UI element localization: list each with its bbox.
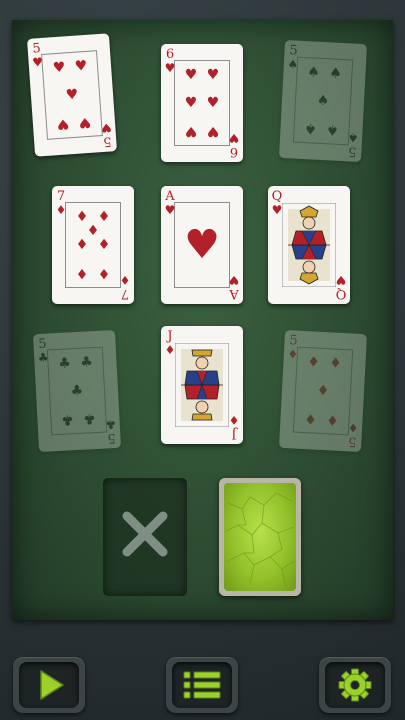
suit-pip-icon: ♠	[316, 92, 330, 110]
heart-icon: ♥	[184, 222, 220, 268]
card-jack-diamonds[interactable]: J ♦ J ♦	[161, 326, 243, 444]
suit-pip-icon: ♦	[303, 409, 318, 427]
card-suit: ♥	[31, 54, 44, 70]
suit-pip-icon: ♥	[184, 122, 198, 139]
suit-pip-icon: ♥	[206, 95, 220, 111]
suit-pip-icon: ♣	[70, 382, 84, 400]
card-rank: 7	[120, 286, 130, 301]
card-5-hearts[interactable]: 5 ♥ 5 ♥ ♥ ♥ ♥ ♥ ♥	[26, 33, 118, 157]
suit-pip-icon: ♥	[184, 95, 198, 111]
suit-pip-icon: ♦	[97, 264, 111, 281]
suit-pip-icon: ♠	[325, 121, 340, 138]
card-rank: Q	[271, 189, 283, 204]
menu-button[interactable]	[166, 657, 238, 713]
suit-pip-icon: ♥	[206, 67, 220, 84]
card-5-spades[interactable]: 5 ♠ 5 ♠ ♠ ♠ ♠ ♠ ♠	[278, 39, 368, 163]
suit-pip-icon: ♦	[97, 237, 111, 253]
card-rank: 5	[347, 433, 357, 449]
card-rank: 6	[165, 47, 175, 62]
card-rank: J	[167, 329, 173, 344]
gear-icon	[338, 668, 372, 702]
suit-pip-icon: ♦	[97, 209, 111, 226]
play-icon	[40, 670, 64, 700]
card-suit: ♣	[105, 417, 117, 432]
suit-pip-icon: ♣	[57, 355, 72, 373]
suit-pip-icon: ♠	[303, 119, 318, 137]
suit-pip-icon: ♦	[306, 354, 321, 371]
card-suit: ♥	[335, 273, 347, 287]
card-rank: J	[231, 426, 237, 441]
suit-pip-icon: ♥	[78, 113, 92, 131]
suit-pip-icon: ♣	[82, 409, 97, 427]
suit-pip-icon: ♥	[65, 86, 79, 104]
card-rank: 5	[347, 143, 357, 159]
suit-pip-icon: ♥	[56, 115, 70, 132]
suit-pip-icon: ♦	[86, 223, 100, 240]
card-suit: ♥	[164, 203, 176, 217]
card-back	[224, 483, 296, 591]
card-rank: 6	[229, 144, 239, 159]
suit-pip-icon: ♥	[206, 122, 220, 139]
card-suit: ♦	[119, 273, 131, 287]
suit-pip-icon: ♣	[79, 354, 94, 371]
suit-pip-icon: ♦	[316, 382, 330, 400]
card-suit: ♦	[55, 203, 67, 217]
suit-pip-icon: ♦	[75, 237, 89, 253]
suit-pip-icon: ♦	[75, 209, 89, 226]
card-suit: ♥	[100, 120, 113, 136]
suit-pip-icon: ♣	[60, 411, 75, 428]
card-suit: ♦	[228, 413, 240, 427]
card-6-hearts[interactable]: 6 ♥ 6 ♥ ♥ ♥ ♥ ♥ ♥ ♥	[161, 44, 243, 162]
card-rank: Q	[335, 286, 347, 301]
draw-deck[interactable]	[219, 478, 301, 596]
suit-pip-icon: ♦	[325, 411, 340, 428]
play-button[interactable]	[13, 657, 85, 713]
card-suit: ♥	[228, 273, 240, 287]
card-rank: 5	[102, 133, 112, 149]
suit-pip-icon: ♥	[52, 59, 66, 77]
card-5-diamonds[interactable]: 5 ♦ 5 ♦ ♦ ♦ ♦ ♦ ♦	[278, 329, 368, 453]
card-suit: ♥	[164, 61, 176, 75]
card-5-clubs[interactable]: 5 ♣ 5 ♣ ♣ ♣ ♣ ♣ ♣	[32, 329, 122, 453]
card-suit: ♦	[287, 347, 299, 362]
suit-pip-icon: ♦	[328, 355, 343, 373]
settings-button[interactable]	[319, 657, 391, 713]
card-suit: ♠	[287, 57, 299, 72]
card-suit: ♣	[37, 350, 49, 365]
card-queen-hearts[interactable]: Q ♥ Q ♥	[268, 186, 350, 304]
suit-pip-icon: ♥	[184, 67, 198, 84]
discard-slot[interactable]	[103, 478, 187, 596]
card-suit: ♠	[347, 130, 359, 145]
queen-portrait-icon	[282, 203, 336, 287]
card-rank: 7	[56, 189, 66, 204]
suit-pip-icon: ♦	[75, 264, 89, 281]
card-suit: ♥	[228, 131, 240, 145]
jack-portrait-icon	[175, 343, 229, 427]
card-ace-hearts[interactable]: A ♥ A ♥ ♥	[161, 186, 243, 304]
suit-pip-icon: ♠	[306, 64, 321, 81]
x-mark-icon	[103, 506, 187, 570]
menu-icon	[183, 671, 221, 699]
card-suit: ♦	[347, 420, 359, 435]
card-rank: A	[229, 286, 239, 301]
suit-pip-icon: ♥	[74, 57, 88, 75]
card-7-diamonds[interactable]: 7 ♦ 7 ♦ ♦ ♦ ♦ ♦ ♦ ♦ ♦	[52, 186, 134, 304]
suit-pip-icon: ♠	[328, 65, 343, 83]
card-rank: 5	[106, 430, 117, 446]
card-rank: A	[165, 189, 175, 204]
